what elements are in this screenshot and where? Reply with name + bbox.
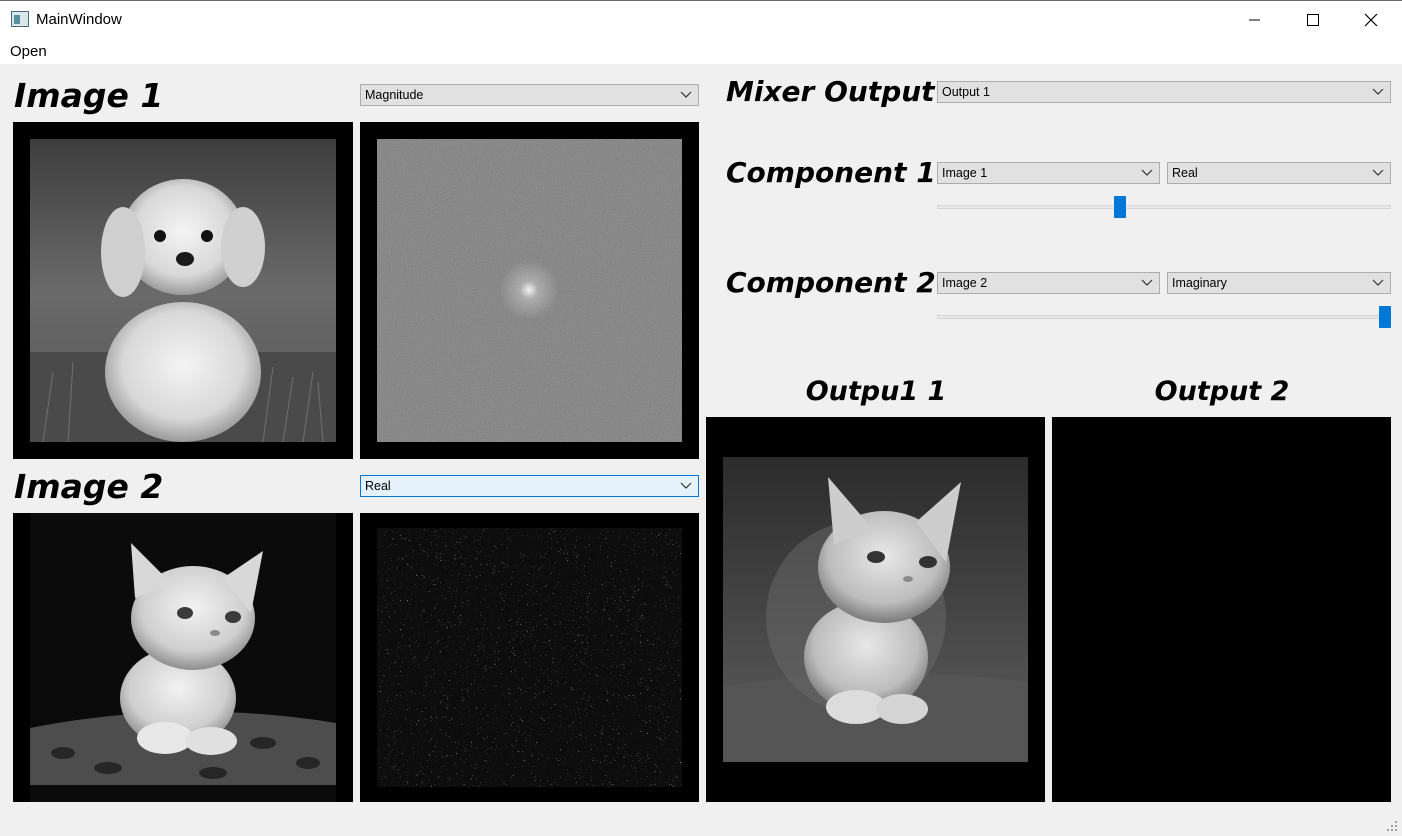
image1-title: Image 1 xyxy=(14,76,164,115)
image2-title: Image 2 xyxy=(14,467,164,506)
close-icon xyxy=(1364,13,1378,27)
component2-slider-track[interactable] xyxy=(937,315,1391,319)
image2-original-view xyxy=(13,513,353,802)
component2-title: Component 2 xyxy=(726,266,936,299)
app-icon xyxy=(11,11,29,27)
dog-image xyxy=(30,139,336,443)
real-spectrum-image xyxy=(377,528,682,787)
component1-image-select[interactable]: Image 1 xyxy=(937,162,1160,184)
output1-title: Outpu1 1 xyxy=(805,376,947,407)
chevron-down-icon xyxy=(1372,169,1384,176)
chevron-down-icon xyxy=(1141,169,1153,176)
chevron-down-icon xyxy=(680,91,692,98)
mixer-output-title: Mixer Output xyxy=(726,75,935,108)
menu-open[interactable]: Open xyxy=(10,43,47,60)
output2-view xyxy=(1052,417,1391,802)
resize-grip-icon[interactable] xyxy=(1386,820,1398,832)
chevron-down-icon xyxy=(680,482,692,489)
component1-slider-handle[interactable] xyxy=(1113,196,1126,218)
component1-type-value: Real xyxy=(1172,166,1198,180)
chevron-down-icon xyxy=(1372,88,1384,95)
component2-type-select[interactable]: Imaginary xyxy=(1167,272,1391,294)
mixed-output-image xyxy=(723,457,1028,762)
image2-component-select[interactable]: Real xyxy=(360,475,699,497)
title-bar: MainWindow xyxy=(0,0,1402,38)
cat-image xyxy=(30,513,336,802)
mixer-output-select[interactable]: Output 1 xyxy=(937,81,1391,103)
image2-component-view xyxy=(360,513,699,802)
component2-image-value: Image 2 xyxy=(942,276,988,290)
mixer-output-value: Output 1 xyxy=(942,85,990,99)
window-title: MainWindow xyxy=(36,11,122,28)
maximize-button[interactable] xyxy=(1284,1,1342,39)
image1-component-view xyxy=(360,122,699,459)
image2-component-value: Real xyxy=(365,479,391,493)
component1-slider-track[interactable] xyxy=(937,205,1391,209)
component2-slider-handle[interactable] xyxy=(1379,306,1391,328)
image1-original-view xyxy=(13,122,353,459)
minimize-button[interactable] xyxy=(1226,1,1284,39)
close-button[interactable] xyxy=(1342,1,1400,39)
component1-image-value: Image 1 xyxy=(942,166,988,180)
component2-image-select[interactable]: Image 2 xyxy=(937,272,1160,294)
output1-view xyxy=(706,417,1045,802)
component1-title: Component 1 xyxy=(726,156,936,189)
chevron-down-icon xyxy=(1372,279,1384,286)
image1-component-value: Magnitude xyxy=(365,88,424,102)
chevron-down-icon xyxy=(1141,279,1153,286)
magnitude-spectrum-image xyxy=(377,139,682,442)
component2-type-value: Imaginary xyxy=(1172,276,1227,290)
menu-bar: Open xyxy=(0,38,1402,64)
output2-title: Output 2 xyxy=(1154,376,1290,407)
image1-component-select[interactable]: Magnitude xyxy=(360,84,699,106)
maximize-icon xyxy=(1306,13,1319,26)
minimize-icon xyxy=(1249,19,1260,21)
component1-type-select[interactable]: Real xyxy=(1167,162,1391,184)
